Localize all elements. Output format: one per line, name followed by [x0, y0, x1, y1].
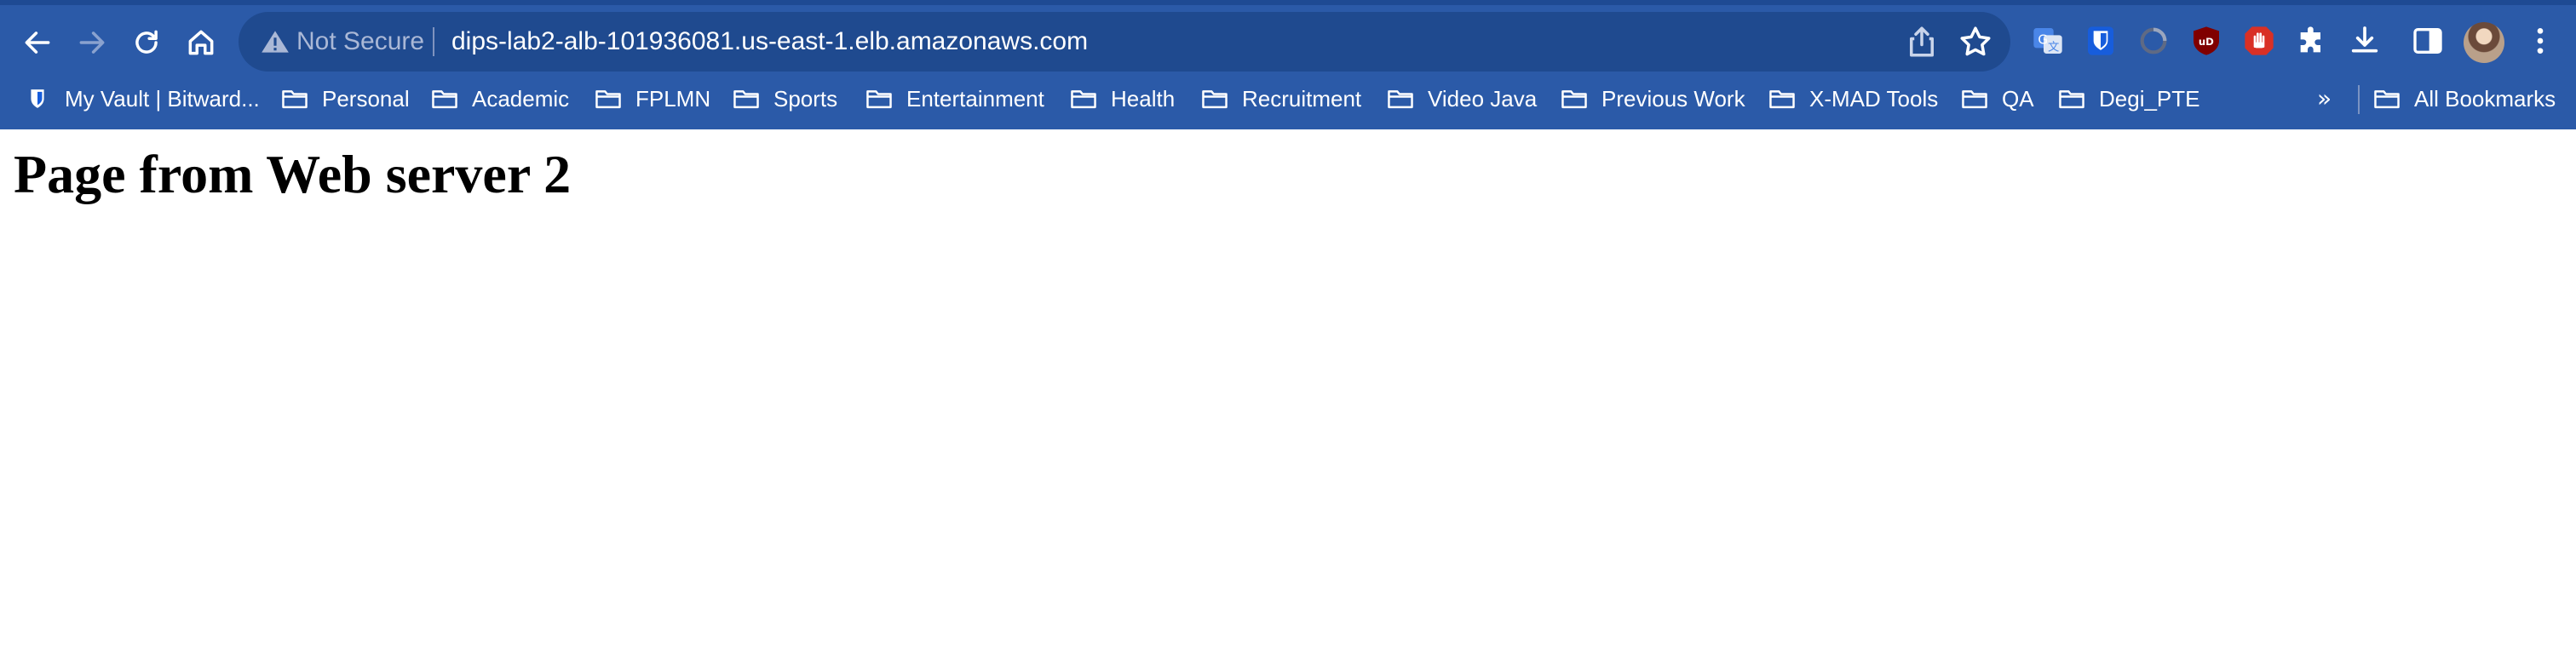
folder-icon [595, 90, 621, 109]
bookmark-label: Academic [472, 85, 570, 112]
more-bookmarks-button[interactable]: » [2317, 75, 2332, 123]
folder-icon [866, 90, 892, 109]
bookmark-label: X-MAD Tools [1809, 85, 1939, 112]
circle-extension-button[interactable] [2135, 22, 2172, 60]
warning-triangle-icon[interactable] [259, 26, 291, 58]
svg-text:文: 文 [2048, 41, 2059, 54]
browser-menu-button[interactable] [2521, 22, 2559, 60]
side-panel-button[interactable] [2409, 22, 2447, 60]
arrow-right-icon [79, 31, 105, 54]
bookmark-folder-sports[interactable]: Sports [733, 75, 837, 123]
bitwarden-button[interactable] [2082, 22, 2119, 60]
google-translate-icon: G文 [2033, 28, 2062, 54]
ublock-button[interactable]: uD [2188, 22, 2225, 60]
bookmark-my-vault[interactable]: My Vault | Bitward... [24, 75, 260, 123]
kebab-menu-icon [2537, 28, 2544, 54]
address-bar[interactable]: Not Secure dips-lab2-alb-101936081.us-ea… [239, 12, 2010, 72]
reload-icon [135, 30, 158, 54]
folder-icon [282, 90, 308, 109]
svg-text:G: G [2038, 31, 2048, 47]
bookmark-folder-previous-work[interactable]: Previous Work [1561, 75, 1745, 123]
back-button[interactable] [12, 17, 63, 68]
bitwarden-shield-icon [2088, 26, 2113, 55]
stop-hand-button[interactable] [2240, 22, 2278, 60]
forward-button[interactable] [66, 17, 118, 68]
bookmarks-divider [2358, 85, 2360, 114]
puzzle-icon [2300, 26, 2320, 53]
folder-icon [1071, 90, 1096, 109]
download-icon [2351, 26, 2378, 53]
bookmark-label: Previous Work [1601, 85, 1745, 112]
home-button[interactable] [175, 17, 227, 68]
bookmark-label: My Vault | Bitward... [65, 85, 260, 112]
bookmark-folder-video-java[interactable]: Video Java [1387, 75, 1537, 123]
arrow-left-icon [25, 31, 50, 54]
bookmark-folder-health[interactable]: Health [1070, 75, 1175, 123]
downloads-button[interactable] [2346, 22, 2383, 60]
ublock-origin-icon: uD [2194, 26, 2219, 55]
bookmark-folder-x-mad-tools[interactable]: X-MAD Tools [1768, 75, 1938, 123]
folder-icon [1962, 90, 1987, 109]
folder-icon [2059, 90, 2084, 109]
bookmark-label: Degi_PTE [2099, 85, 2200, 112]
google-translate-button[interactable]: G文 [2029, 22, 2067, 60]
folder-icon [1202, 90, 1228, 109]
folder-icon [1561, 90, 1587, 109]
bookmark-label: QA [2002, 85, 2034, 112]
security-label[interactable]: Not Secure [296, 12, 424, 72]
bookmark-label: Personal [322, 85, 410, 112]
bookmark-folder-entertainment[interactable]: Entertainment [865, 75, 1044, 123]
browser-chrome: Not Secure dips-lab2-alb-101936081.us-ea… [0, 0, 2576, 129]
folder-icon [733, 90, 759, 109]
bookmark-label: FPLMN [635, 85, 711, 112]
bookmarks-bar: My Vault | Bitward... Personal Academic … [0, 75, 2576, 129]
folder-icon [2374, 90, 2400, 109]
bookmark-folder-personal[interactable]: Personal [281, 75, 410, 123]
folder-icon [1388, 90, 1413, 109]
page-heading: Page from Web server 2 [14, 144, 572, 204]
share-icon[interactable] [1904, 24, 1940, 60]
bookmark-folder-qa[interactable]: QA [1961, 75, 2034, 123]
extensions-menu-button[interactable] [2293, 22, 2331, 60]
bookmark-label: Video Java [1428, 85, 1538, 112]
address-separator [433, 27, 434, 56]
bitwarden-shield-icon [31, 89, 44, 108]
url-text[interactable]: dips-lab2-alb-101936081.us-east-1.elb.am… [451, 12, 1088, 72]
folder-icon [1769, 90, 1795, 109]
bookmark-label: Entertainment [906, 85, 1044, 112]
reload-button[interactable] [121, 17, 172, 68]
browser-toolbar: Not Secure dips-lab2-alb-101936081.us-ea… [0, 5, 2576, 75]
bookmark-folder-recruitment[interactable]: Recruitment [1201, 75, 1361, 123]
bookmark-label: Sports [773, 85, 838, 112]
profile-avatar[interactable] [2464, 22, 2504, 63]
bookmark-folder-degi-pte[interactable]: Degi_PTE [2058, 75, 2200, 123]
all-bookmarks-button[interactable]: All Bookmarks [2373, 75, 2556, 123]
stop-hand-icon [2245, 26, 2274, 55]
svg-text:uD: uD [2199, 36, 2214, 48]
folder-icon [432, 90, 457, 109]
bookmark-label: Health [1111, 85, 1176, 112]
bookmark-folder-fplmn[interactable]: FPLMN [595, 75, 710, 123]
bookmark-label: Recruitment [1242, 85, 1362, 112]
bookmark-label: All Bookmarks [2414, 85, 2556, 112]
star-icon[interactable] [1958, 24, 1993, 60]
side-panel-icon [2413, 28, 2442, 54]
bookmark-folder-academic[interactable]: Academic [431, 75, 569, 123]
home-icon [188, 30, 214, 55]
extension-circle-icon [2140, 27, 2167, 54]
